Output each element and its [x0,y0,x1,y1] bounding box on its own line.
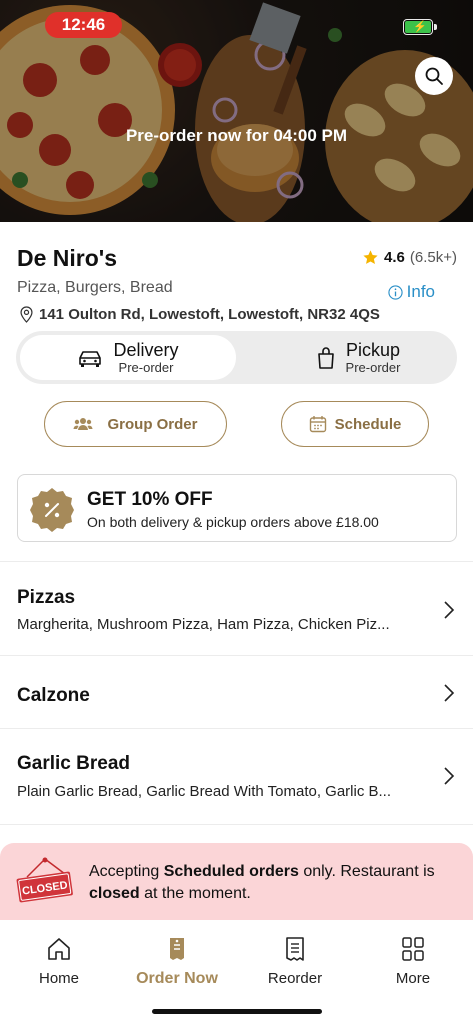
tab-more[interactable]: More [354,936,472,987]
category-items: Plain Garlic Bread, Garlic Bread With To… [17,783,392,800]
chevron-right-icon [444,767,455,785]
category-items: Margherita, Mushroom Pizza, Ham Pizza, C… [17,616,390,633]
calendar-icon [309,416,326,433]
tab-home[interactable]: Home [0,936,118,987]
info-label: Info [406,282,435,301]
divider [0,824,473,825]
address-text: 141 Oulton Rd, Lowestoft, Lowestoft, NR3… [39,306,380,323]
location-pin-icon [20,306,33,323]
info-link[interactable]: Info [388,282,435,302]
car-icon [79,350,102,367]
closed-sign-icon: CLOSED [16,857,73,903]
category-title: Garlic Bread [17,753,130,774]
offer-subtitle: On both delivery & pickup orders above £… [87,514,379,530]
category-title: Pizzas [17,587,76,608]
delivery-sub: Pre-order [118,360,174,375]
offer-card[interactable]: GET 10% OFF On both delivery & pickup or… [17,474,457,542]
rating-count: (6.5k+) [409,249,457,266]
order-mode-toggle: Delivery Pre-order Pickup Pre-order [16,331,457,384]
status-time: 12:46 [45,12,122,38]
delivery-label: Delivery [113,340,179,360]
closed-notice: CLOSED Accepting Scheduled orders only. … [0,843,473,920]
group-order-button[interactable]: Group Order [44,401,227,447]
search-icon [425,67,443,85]
discount-badge-icon [30,488,74,532]
tab-order-now[interactable]: Order Now [118,936,236,988]
battery-icon: ⚡ [403,19,437,35]
rating: 4.6 (6.5k+) [362,249,457,266]
grid-icon [402,937,424,961]
category-row-garlic-bread[interactable]: Garlic Bread Plain Garlic Bread, Garlic … [0,729,473,824]
rating-value: 4.6 [384,249,405,266]
category-title: Calzone [17,685,90,706]
restaurant-name: De Niro's [17,245,118,271]
chevron-right-icon [444,601,455,619]
shopping-bag-icon [317,346,334,369]
group-order-label: Group Order [107,415,198,433]
chevron-right-icon [444,684,455,702]
group-icon [73,418,93,430]
tab-reorder[interactable]: Reorder [236,936,354,987]
address: 141 Oulton Rd, Lowestoft, Lowestoft, NR3… [19,306,380,323]
search-button[interactable] [415,57,453,95]
pickup-label: Pickup [345,340,400,360]
schedule-label: Schedule [334,415,402,433]
offer-title: GET 10% OFF [87,489,213,510]
home-indicator [152,1009,322,1014]
home-icon [48,938,70,960]
schedule-button[interactable]: Schedule [281,401,429,447]
category-row-pizzas[interactable]: Pizzas Margherita, Mushroom Pizza, Ham P… [0,562,473,655]
pickup-option[interactable]: Pickup Pre-order [250,335,466,380]
order-icon [170,938,184,960]
category-row-calzone[interactable]: Calzone [0,656,473,728]
cuisine-list: Pizza, Burgers, Bread [17,279,173,296]
star-icon [363,250,378,264]
info-icon [388,284,403,300]
hero-banner: 12:46 ⚡ Pre-order now for 04:00 PM [0,0,473,222]
preorder-banner-text: Pre-order now for 04:00 PM [125,126,348,145]
delivery-option[interactable]: Delivery Pre-order [20,335,236,380]
pickup-sub: Pre-order [345,360,401,375]
closed-message: Accepting Scheduled orders only. Restaur… [89,863,435,902]
receipt-icon [286,937,304,961]
